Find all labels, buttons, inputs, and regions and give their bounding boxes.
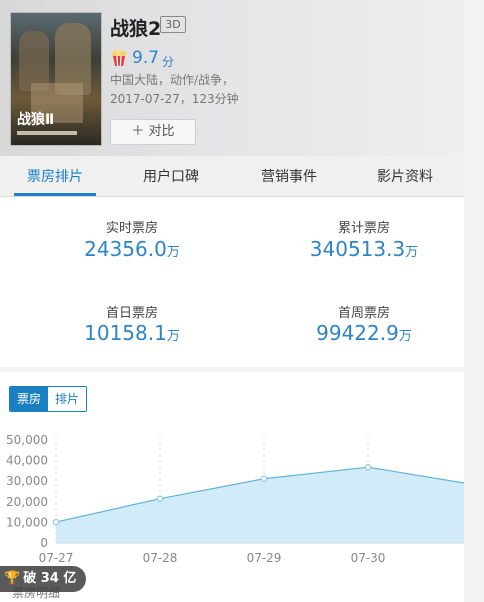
first-week-label: 首周票房 <box>337 306 390 321</box>
award-badge: 🏆 破 34 亿 <box>0 566 87 592</box>
box-office-stats: 实时票房 24356.0万 累计票房 340513.3万 首日票房 10158.… <box>0 197 464 367</box>
realtime-value: 24356.0万 <box>84 237 180 261</box>
compare-button[interactable]: ＋ 对比 <box>110 119 196 145</box>
chart-toggle: 票房 排片 <box>9 386 88 412</box>
movie-title: 战狼2 <box>110 18 162 40</box>
genre-info: 中国大陆，动作/战争， <box>110 73 235 87</box>
first-day-label: 首日票房 <box>105 306 158 321</box>
x-tick-label: 07-27 <box>39 551 74 565</box>
tab-movie-info[interactable]: 影片资料 <box>364 156 446 196</box>
tab-marketing[interactable]: 营销事件 <box>248 156 330 196</box>
tab-bar: 票房排片 用户口碑 营销事件 影片资料 <box>0 156 464 197</box>
format-badge: 3D <box>160 16 186 33</box>
cumulative-label: 累计票房 <box>337 221 390 236</box>
popcorn-icon <box>112 49 126 67</box>
y-tick-label: 10,000 <box>6 515 48 529</box>
data-point <box>52 518 60 526</box>
series-area <box>56 467 464 543</box>
movie-poster[interactable]: 战狼Ⅱ <box>10 12 102 146</box>
x-tick-label: 07-28 <box>143 551 178 565</box>
tab-box-office[interactable]: 票房排片 <box>14 156 96 196</box>
x-tick-label: 07-29 <box>247 551 282 565</box>
x-tick-label: 07-30 <box>351 551 386 565</box>
first-week-value: 99422.9万 <box>316 321 412 345</box>
realtime-label: 实时票房 <box>105 221 158 236</box>
movie-header: 战狼Ⅱ 战狼2 3D 9.7 分 中国大陆，动作/战争， 2017-07-27，… <box>0 0 464 156</box>
poster-title: 战狼Ⅱ <box>17 112 55 128</box>
cumulative-value: 340513.3万 <box>309 237 419 261</box>
trophy-icon: 🏆 <box>4 571 21 586</box>
data-point <box>260 475 268 482</box>
y-tick-label: 30,000 <box>6 474 48 488</box>
release-info: 2017-07-27，123分钟 <box>110 92 239 106</box>
award-label: 破 34 亿 <box>23 571 77 586</box>
toggle-box-office[interactable]: 票房 <box>10 387 49 411</box>
y-tick-label: 20,000 <box>6 495 48 509</box>
rating-score: 9.7 <box>132 48 160 68</box>
y-tick-label: 50,000 <box>6 433 48 447</box>
data-point <box>364 463 372 471</box>
first-day-value: 10158.1万 <box>84 321 180 345</box>
y-tick-label: 40,000 <box>6 454 48 468</box>
data-point <box>156 495 164 502</box>
rating-unit: 分 <box>162 55 175 69</box>
tab-user-reviews[interactable]: 用户口碑 <box>130 156 212 196</box>
y-tick-label: 0 <box>40 536 48 550</box>
toggle-screenings[interactable]: 排片 <box>48 387 87 411</box>
